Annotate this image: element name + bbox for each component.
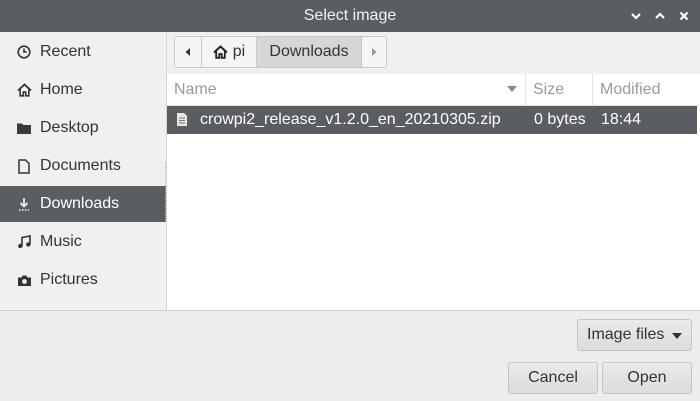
file-list-header: Name Size Modified bbox=[167, 74, 700, 106]
sidebar-item-documents[interactable]: Documents bbox=[0, 148, 166, 184]
window-title: Select image bbox=[303, 7, 397, 24]
music-icon bbox=[16, 234, 32, 250]
column-modified-label: Modified bbox=[600, 81, 661, 98]
file-chooser-dialog: Select image Recent Home Desktop Documen… bbox=[0, 0, 700, 401]
file-icon bbox=[177, 113, 187, 126]
file-modified: 18:44 bbox=[601, 111, 642, 128]
sidebar-item-label: Recent bbox=[40, 43, 91, 60]
open-button[interactable]: Open bbox=[602, 362, 692, 394]
camera-icon bbox=[16, 272, 32, 288]
column-modified-header[interactable]: Modified bbox=[592, 74, 700, 105]
clock-icon bbox=[16, 44, 32, 60]
minimize-button[interactable] bbox=[626, 6, 646, 26]
column-name-header[interactable]: Name bbox=[167, 74, 525, 105]
path-home-label: pi bbox=[232, 43, 246, 60]
column-size-label: Size bbox=[533, 81, 565, 98]
dropdown-arrow-icon bbox=[672, 333, 682, 339]
sidebar-item-downloads[interactable]: Downloads bbox=[0, 186, 166, 222]
dialog-footer: Image files Cancel Open bbox=[0, 310, 700, 401]
column-size-header[interactable]: Size bbox=[525, 74, 592, 105]
sidebar-item-music[interactable]: Music bbox=[0, 224, 166, 260]
path-home-button[interactable]: pi bbox=[202, 37, 257, 67]
file-type-filter[interactable]: Image files bbox=[577, 319, 692, 351]
path-downloads-button[interactable]: Downloads bbox=[257, 37, 362, 67]
column-name-label: Name bbox=[174, 81, 217, 98]
chevron-down-icon bbox=[631, 13, 641, 20]
path-forward-button[interactable] bbox=[362, 37, 386, 67]
file-browser: pi Downloads Name Size Modified crowpi2_… bbox=[167, 32, 700, 310]
cancel-button[interactable]: Cancel bbox=[508, 362, 598, 394]
sidebar-item-label: Desktop bbox=[40, 119, 99, 136]
path-back-button[interactable] bbox=[175, 37, 202, 67]
file-size: 0 bytes bbox=[534, 111, 586, 128]
file-name: crowpi2_release_v1.2.0_en_20210305.zip bbox=[200, 111, 501, 128]
close-button[interactable] bbox=[674, 6, 694, 26]
filter-label: Image files bbox=[587, 326, 665, 343]
triangle-left-icon bbox=[185, 48, 190, 56]
cancel-label: Cancel bbox=[528, 369, 578, 386]
document-icon bbox=[16, 158, 32, 174]
sidebar-item-desktop[interactable]: Desktop bbox=[0, 110, 166, 146]
sidebar-item-label: Pictures bbox=[40, 271, 98, 288]
sidebar-item-home[interactable]: Home bbox=[0, 72, 166, 108]
triangle-right-icon bbox=[372, 48, 377, 56]
home-icon bbox=[16, 82, 32, 98]
path-current-label: Downloads bbox=[269, 43, 349, 60]
title-bar: Select image bbox=[0, 0, 700, 32]
places-sidebar: Recent Home Desktop Documents Downloads bbox=[0, 32, 167, 310]
close-icon bbox=[679, 11, 689, 21]
folder-icon bbox=[16, 120, 32, 136]
download-icon bbox=[16, 196, 32, 212]
chevron-up-icon bbox=[655, 12, 665, 19]
path-bar-area: pi Downloads bbox=[167, 32, 700, 74]
home-icon bbox=[213, 45, 228, 59]
sidebar-item-label: Downloads bbox=[40, 195, 120, 212]
sidebar-item-label: Home bbox=[40, 81, 83, 98]
sidebar-item-label: Documents bbox=[40, 157, 121, 174]
open-label: Open bbox=[627, 369, 667, 386]
sidebar-item-pictures[interactable]: Pictures bbox=[0, 262, 166, 298]
file-row[interactable]: crowpi2_release_v1.2.0_en_20210305.zip 0… bbox=[167, 106, 697, 134]
sort-down-icon bbox=[507, 86, 517, 92]
sidebar-item-recent[interactable]: Recent bbox=[0, 34, 166, 70]
path-bar: pi Downloads bbox=[174, 36, 387, 68]
maximize-button[interactable] bbox=[650, 6, 670, 26]
sidebar-item-label: Music bbox=[40, 233, 82, 250]
